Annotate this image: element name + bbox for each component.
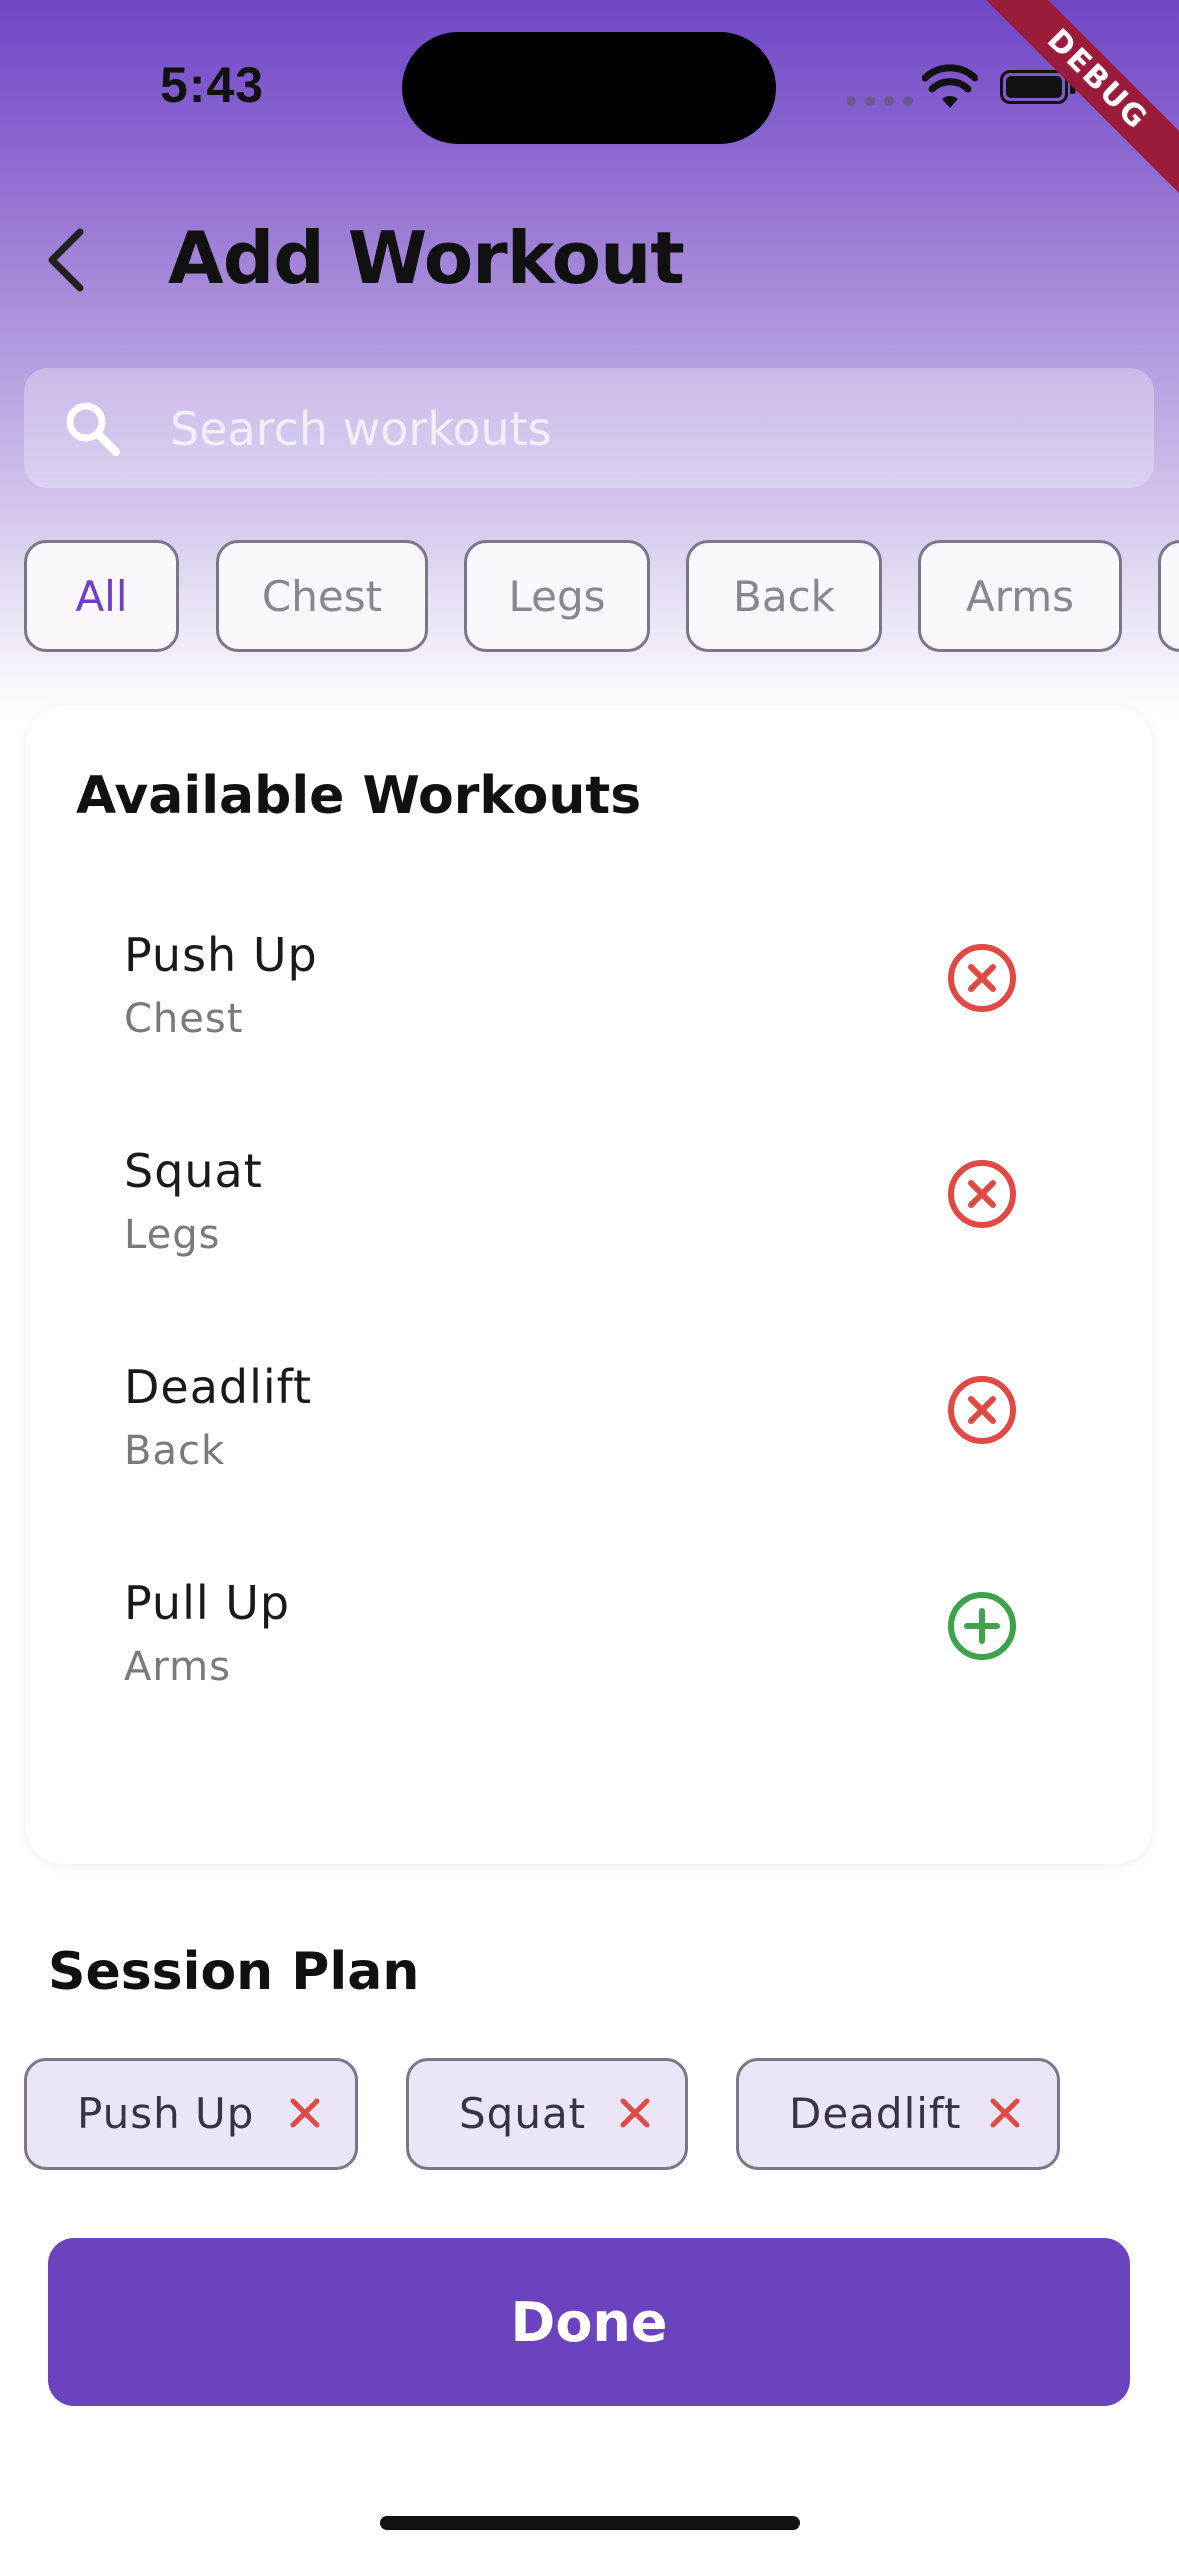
workout-category: Legs	[124, 1212, 221, 1258]
cellular-signal-icon	[846, 96, 913, 106]
session-chip: Deadlift	[736, 2058, 1060, 2170]
filter-chip-chest[interactable]: Chest	[216, 540, 428, 652]
workout-name: Pull Up	[124, 1576, 291, 1630]
session-chip-label: Push Up	[77, 2089, 255, 2138]
workout-name: Push Up	[124, 928, 318, 982]
search-input[interactable]	[168, 368, 1112, 490]
close-icon[interactable]	[985, 2093, 1025, 2133]
workout-name: Squat	[124, 1144, 263, 1198]
remove-circle-icon[interactable]	[946, 942, 1018, 1014]
remove-circle-icon[interactable]	[946, 1374, 1018, 1446]
filter-chip-arms[interactable]: Arms	[918, 540, 1122, 652]
add-circle-icon[interactable]	[946, 1590, 1018, 1662]
workout-category: Arms	[124, 1644, 231, 1690]
workout-row[interactable]: Squat Legs	[124, 1144, 1084, 1344]
workout-row[interactable]: Pull Up Arms	[124, 1576, 1084, 1776]
session-chip-label: Deadlift	[789, 2089, 962, 2138]
workout-category: Back	[124, 1428, 226, 1474]
close-icon[interactable]	[285, 2093, 325, 2133]
workout-row[interactable]: Push Up Chest	[124, 928, 1084, 1128]
workout-name: Deadlift	[124, 1360, 313, 1414]
session-chip: Push Up	[24, 2058, 358, 2170]
status-time: 5:43	[160, 57, 265, 113]
done-button[interactable]: Done	[48, 2238, 1130, 2406]
wifi-icon	[922, 64, 978, 108]
back-arrow-icon[interactable]	[36, 222, 96, 298]
filter-chip-back[interactable]: Back	[686, 540, 882, 652]
session-plan-title: Session Plan	[48, 1942, 420, 2002]
search-icon	[66, 402, 120, 456]
filter-chip-overflow[interactable]	[1158, 540, 1179, 652]
close-icon[interactable]	[615, 2093, 655, 2133]
battery-icon	[1000, 70, 1068, 104]
session-chip-label: Squat	[459, 2089, 587, 2138]
filter-chip-legs[interactable]: Legs	[464, 540, 650, 652]
workout-row[interactable]: Deadlift Back	[124, 1360, 1084, 1560]
card-title: Available Workouts	[76, 766, 642, 826]
available-workouts-card: Available Workouts Push Up Chest Squat L…	[26, 706, 1152, 1864]
session-chip: Squat	[406, 2058, 688, 2170]
home-indicator	[380, 2516, 800, 2530]
filter-chip-all[interactable]: All	[24, 540, 179, 652]
page-title: Add Workout	[168, 216, 685, 300]
remove-circle-icon[interactable]	[946, 1158, 1018, 1230]
search-bar[interactable]	[24, 368, 1154, 490]
dynamic-island	[402, 32, 776, 144]
workout-category: Chest	[124, 996, 244, 1042]
